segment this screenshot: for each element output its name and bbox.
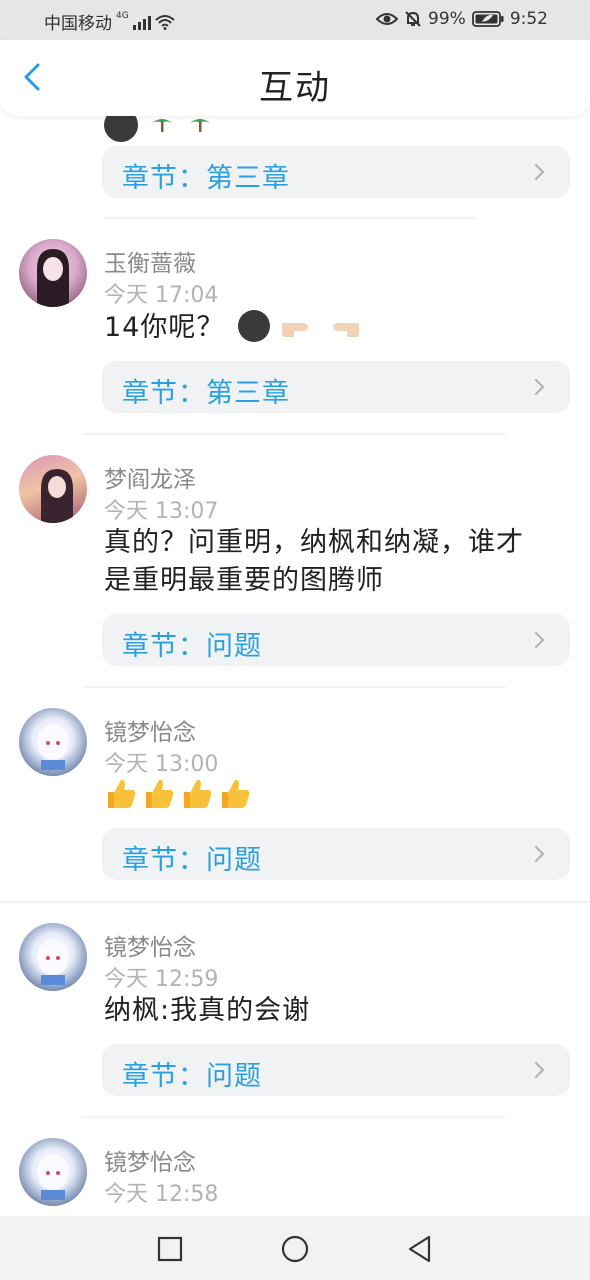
user-name[interactable]: 镜梦怡念 xyxy=(104,928,196,962)
thumbs-up-emoji-icon xyxy=(104,776,138,810)
avatar-portrait-icon xyxy=(37,939,69,985)
thumbs-up-emoji-icon xyxy=(142,776,176,810)
back-nav-button[interactable] xyxy=(405,1234,435,1264)
avatar[interactable] xyxy=(19,455,87,523)
comment-time: 今天 12:58 xyxy=(104,1182,219,1207)
wifi-icon xyxy=(155,14,175,30)
divider xyxy=(82,686,506,688)
comment-text: 14你呢？ xyxy=(104,309,574,347)
comment-text xyxy=(104,776,574,821)
chevron-right-icon xyxy=(535,846,545,862)
chapter-link[interactable]: 章节：问题 xyxy=(102,1044,570,1096)
chapter-label: 章节：问题 xyxy=(122,1061,262,1092)
chapter-label: 章节：第三章 xyxy=(122,163,290,194)
pointing-right-emoji-icon xyxy=(281,323,308,337)
status-bar: 中国移动 4G 99% 9:52 xyxy=(0,0,590,40)
avatar-portrait-icon xyxy=(37,1154,69,1200)
triangle-back-icon xyxy=(408,1235,431,1263)
comment-time: 今天 13:07 xyxy=(104,499,219,524)
chevron-right-icon xyxy=(535,1062,545,1078)
avatar-portrait-icon xyxy=(37,724,69,770)
signal-icon xyxy=(132,14,151,30)
user-name[interactable]: 镜梦怡念 xyxy=(104,1143,196,1177)
clock: 9:52 xyxy=(509,9,548,29)
avatar[interactable] xyxy=(19,708,87,776)
page-title: 互动 xyxy=(259,68,331,108)
thumbs-up-emoji-icon xyxy=(218,776,252,810)
user-name[interactable]: 梦阎龙泽 xyxy=(104,460,196,494)
comment-time: 今天 17:04 xyxy=(104,283,219,308)
home-button[interactable] xyxy=(280,1234,310,1264)
mute-bell-icon xyxy=(405,11,421,27)
avatar[interactable] xyxy=(19,239,87,307)
palm-tree-emoji-icon xyxy=(190,119,210,132)
battery-percent: 99% xyxy=(428,9,466,29)
dark-face-emoji-icon xyxy=(104,116,138,142)
header-bar: 互动 xyxy=(0,40,590,116)
circle-icon xyxy=(281,1235,309,1263)
smirk-face-emoji-icon xyxy=(237,310,270,342)
system-nav-bar xyxy=(0,1216,590,1280)
recent-apps-button[interactable] xyxy=(155,1234,185,1264)
divider xyxy=(0,901,590,903)
chapter-label: 章节：问题 xyxy=(122,845,262,876)
avatar-portrait-icon xyxy=(37,249,69,307)
chapter-label: 章节：问题 xyxy=(122,631,262,662)
eye-icon xyxy=(376,13,399,25)
square-icon xyxy=(157,1236,183,1262)
carrier-label: 中国移动 xyxy=(44,14,112,34)
network-type: 4G xyxy=(116,10,129,21)
comment-feed[interactable]: 章节：第三章 玉衡蔷薇 今天 17:04 14你呢？ 章节：第三章 梦阎龙泽 今… xyxy=(0,116,590,1216)
chevron-right-icon xyxy=(535,379,545,395)
divider xyxy=(82,1116,506,1118)
thumbs-up-emoji-icon xyxy=(180,776,214,810)
battery-icon xyxy=(471,11,504,27)
chapter-label: 章节：第三章 xyxy=(122,378,290,409)
comment-text: 真的？问重明，纳枫和纳凝，谁才 是重明最重要的图腾师 xyxy=(104,527,524,596)
chapter-link[interactable]: 章节：问题 xyxy=(102,828,570,880)
emoji-row xyxy=(104,116,214,142)
palm-tree-emoji-icon xyxy=(152,119,172,132)
avatar[interactable] xyxy=(19,923,87,991)
pointing-left-emoji-icon xyxy=(333,323,360,337)
user-name[interactable]: 玉衡蔷薇 xyxy=(104,244,196,278)
divider xyxy=(104,217,476,219)
user-name[interactable]: 镜梦怡念 xyxy=(104,713,196,747)
chevron-right-icon xyxy=(535,632,545,648)
chapter-link[interactable]: 章节：第三章 xyxy=(102,146,570,198)
divider xyxy=(82,433,506,435)
avatar[interactable] xyxy=(19,1138,87,1206)
chapter-link[interactable]: 章节：问题 xyxy=(102,614,570,666)
comment-time: 今天 12:59 xyxy=(104,967,219,992)
comment-text: 纳枫:我真的会谢 xyxy=(104,995,311,1026)
avatar-portrait-icon xyxy=(41,469,73,523)
comment-time: 今天 13:00 xyxy=(104,752,219,777)
chapter-link[interactable]: 章节：第三章 xyxy=(102,361,570,413)
chevron-right-icon xyxy=(535,164,545,180)
